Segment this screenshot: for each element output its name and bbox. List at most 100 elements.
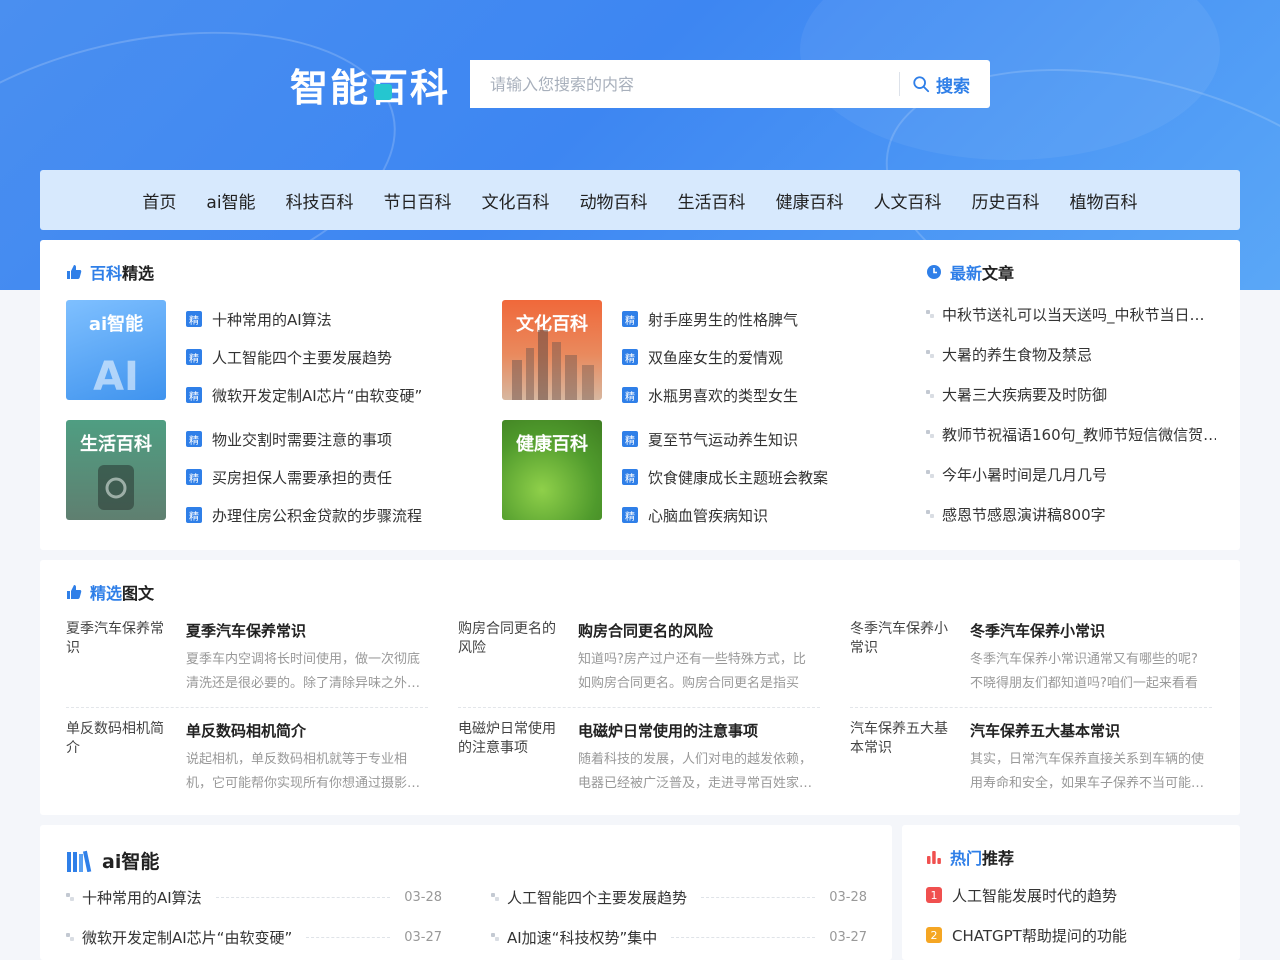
picnews-image[interactable]: 电磁炉日常使用的注意事项 <box>458 720 568 792</box>
latest-title: 最新文章 <box>926 260 1216 284</box>
search-button[interactable]: 搜索 <box>900 60 990 108</box>
list-item[interactable]: 精射手座男生的性格脾气 <box>622 300 798 338</box>
nav-item-home[interactable]: 首页 <box>127 188 191 213</box>
bullet-icon <box>926 470 934 478</box>
featured-badge: 精 <box>186 349 202 365</box>
picnews-image[interactable]: 夏季汽车保养常识 <box>66 620 176 692</box>
logo-text: 智能百科 <box>290 65 451 110</box>
hot-title-rest: 推荐 <box>982 849 1015 868</box>
list-item[interactable]: 精夏至节气运动养生知识 <box>622 420 828 458</box>
category-list: 精十种常用的AI算法 精人工智能四个主要发展趋势 精微软开发定制AI芯片“由软变… <box>186 300 422 414</box>
list-item[interactable]: 教师节祝福语160句_教师节短信微信贺… <box>926 414 1216 454</box>
featured-title-rest: 精选 <box>122 264 155 283</box>
picnews-image[interactable]: 汽车保养五大基本常识 <box>850 720 960 792</box>
news-row[interactable]: 微软开发定制AI芯片“由软变硬” 03-27 <box>66 917 442 957</box>
nav-item-plant[interactable]: 植物百科 <box>1055 188 1153 213</box>
picnews-item[interactable]: 汽车保养五大基本常识 汽车保养五大基本常识 其实，日常汽车保养直接关系到车辆的使… <box>850 720 1212 808</box>
bullet-icon <box>926 510 934 518</box>
bullet-icon <box>66 933 74 941</box>
picnews-item-title[interactable]: 单反数码相机简介 <box>186 720 306 741</box>
news-row[interactable]: AI加速“科技权势”集中 03-27 <box>491 917 867 957</box>
list-item[interactable]: 中秋节送礼可以当天送吗_中秋节当日… <box>926 294 1216 334</box>
hot-list: 1 人工智能发展时代的趋势 2 CHATGPT帮助提问的功能 <box>926 875 1127 955</box>
rank-badge: 2 <box>926 927 942 943</box>
picnews-item[interactable]: 夏季汽车保养常识 夏季汽车保养常识 夏季车内空调将长时间使用，做一次彻底清洗还是… <box>66 620 428 708</box>
list-item[interactable]: 感恩节感恩演讲稿800字 <box>926 494 1216 534</box>
list-item[interactable]: 精十种常用的AI算法 <box>186 300 422 338</box>
city-skyline-icon <box>512 330 594 400</box>
nav-item-health[interactable]: 健康百科 <box>761 188 859 213</box>
nav-item-life[interactable]: 生活百科 <box>663 188 761 213</box>
featured-badge: 精 <box>186 431 202 447</box>
news-row[interactable]: 人工智能四个主要发展趋势 03-28 <box>491 877 867 917</box>
picnews-item-title[interactable]: 电磁炉日常使用的注意事项 <box>578 720 758 741</box>
picnews-image[interactable]: 冬季汽车保养小常识 <box>850 620 960 692</box>
picnews-item[interactable]: 冬季汽车保养小常识 冬季汽车保养小常识 冬季汽车保养小常识通常又有哪些的呢?不晓… <box>850 620 1212 708</box>
nav-item-ai[interactable]: ai智能 <box>191 188 270 213</box>
list-item-title: 中秋节送礼可以当天送吗_中秋节当日… <box>942 305 1205 324</box>
nav-item-festival[interactable]: 节日百科 <box>369 188 467 213</box>
ai-graphic-icon: AI <box>93 354 139 400</box>
nav-item-culture[interactable]: 文化百科 <box>467 188 565 213</box>
picnews-item-title[interactable]: 夏季汽车保养常识 <box>186 620 306 641</box>
featured-badge: 精 <box>186 507 202 523</box>
list-item[interactable]: 精心脑血管疾病知识 <box>622 496 828 534</box>
list-item[interactable]: 精买房担保人需要承担的责任 <box>186 458 422 496</box>
nav-item-tech[interactable]: 科技百科 <box>271 188 369 213</box>
news-row[interactable]: 十种常用的AI算法 03-28 <box>66 877 442 917</box>
main-nav: 首页 ai智能 科技百科 节日百科 文化百科 动物百科 生活百科 健康百科 人文… <box>40 170 1240 230</box>
category-image-culture[interactable]: 文化百科 <box>502 300 602 400</box>
list-item[interactable]: 精双鱼座女生的爱情观 <box>622 338 798 376</box>
picnews-item[interactable]: 电磁炉日常使用的注意事项 电磁炉日常使用的注意事项 随着科技的发展，人们对电的越… <box>458 720 820 808</box>
list-item[interactable]: 精饮食健康成长主题班会教案 <box>622 458 828 496</box>
list-item-title: 物业交割时需要注意的事项 <box>212 430 393 449</box>
search-input[interactable] <box>470 60 899 108</box>
nav-item-animal[interactable]: 动物百科 <box>565 188 663 213</box>
latest-articles: 最新文章 中秋节送礼可以当天送吗_中秋节当日… 大暑的养生食物及禁忌 大暑三大疾… <box>926 260 1216 534</box>
list-item[interactable]: 大暑的养生食物及禁忌 <box>926 334 1216 374</box>
picnews-item-title[interactable]: 汽车保养五大基本常识 <box>970 720 1120 741</box>
category-list: 精射手座男生的性格脾气 精双鱼座女生的爱情观 精水瓶男喜欢的类型女生 <box>622 300 798 414</box>
clock-icon <box>927 265 941 279</box>
nav-item-humanities[interactable]: 人文百科 <box>859 188 957 213</box>
picnews-item-desc: 其实，日常汽车保养直接关系到车辆的使用寿命和安全，如果车子保养不当可能… <box>970 752 1205 791</box>
site-logo[interactable]: 智能百科 <box>290 60 450 110</box>
bullet-icon <box>66 893 74 901</box>
list-item-title: 夏至节气运动养生知识 <box>648 430 799 449</box>
picnews-item-title[interactable]: 冬季汽车保养小常识 <box>970 620 1105 641</box>
news-row-title: 微软开发定制AI芯片“由软变硬” <box>82 928 293 947</box>
picnews-panel: 精选图文 夏季汽车保养常识 夏季汽车保养常识 夏季车内空调将长时间使用，做一次彻… <box>40 560 1240 815</box>
picnews-title: 精选图文 <box>66 580 154 604</box>
picnews-item[interactable]: 单反数码相机简介 单反数码相机简介 说起相机，单反数码相机就等于专业相机，它可能… <box>66 720 428 808</box>
category-image-ai[interactable]: ai智能 AI <box>66 300 166 400</box>
list-item[interactable]: 精人工智能四个主要发展趋势 <box>186 338 422 376</box>
search-bar: 搜索 <box>470 60 990 108</box>
category-image-health[interactable]: 健康百科 <box>502 420 602 520</box>
featured-badge: 精 <box>622 349 638 365</box>
list-item[interactable]: 大暑三大疾病要及时防御 <box>926 374 1216 414</box>
latest-title-highlight: 最新 <box>950 264 983 283</box>
picnews-item-desc: 冬季汽车保养小常识通常又有哪些的呢?不晓得朋友们都知道吗?咱们一起来看看以… <box>970 652 1198 691</box>
picnews-item-desc: 夏季车内空调将长时间使用，做一次彻底清洗还是很必要的。除了清除异味之外… <box>186 652 421 691</box>
picnews-item[interactable]: 购房合同更名的风险 购房合同更名的风险 知道吗?房产过户还有一些特殊方式，比如购… <box>458 620 820 708</box>
picnews-image[interactable]: 购房合同更名的风险 <box>458 620 568 692</box>
list-item-title: 双鱼座女生的爱情观 <box>648 348 784 367</box>
list-item[interactable]: 精微软开发定制AI芯片“由软变硬” <box>186 376 422 414</box>
thumbs-up-icon <box>67 265 82 279</box>
nav-item-history[interactable]: 历史百科 <box>957 188 1055 213</box>
list-item-title: 今年小暑时间是几月几号 <box>942 465 1108 484</box>
category-image-life[interactable]: 生活百科 <box>66 420 166 520</box>
picnews-image[interactable]: 单反数码相机简介 <box>66 720 176 792</box>
list-item[interactable]: 今年小暑时间是几月几号 <box>926 454 1216 494</box>
bar-chart-icon <box>927 851 941 864</box>
featured-badge: 精 <box>186 387 202 403</box>
list-item[interactable]: 2 CHATGPT帮助提问的功能 <box>926 915 1127 955</box>
list-item[interactable]: 精水瓶男喜欢的类型女生 <box>622 376 798 414</box>
list-item-title: 人工智能发展时代的趋势 <box>952 886 1118 905</box>
list-item[interactable]: 精物业交割时需要注意的事项 <box>186 420 422 458</box>
category-block-life: 生活百科 精物业交割时需要注意的事项 精买房担保人需要承担的责任 精办理住房公积… <box>66 420 486 525</box>
picnews-title-highlight: 精选 <box>90 584 123 603</box>
list-item[interactable]: 1 人工智能发展时代的趋势 <box>926 875 1127 915</box>
picnews-item-title[interactable]: 购房合同更名的风险 <box>578 620 713 641</box>
list-item[interactable]: 精办理住房公积金贷款的步骤流程 <box>186 496 422 534</box>
